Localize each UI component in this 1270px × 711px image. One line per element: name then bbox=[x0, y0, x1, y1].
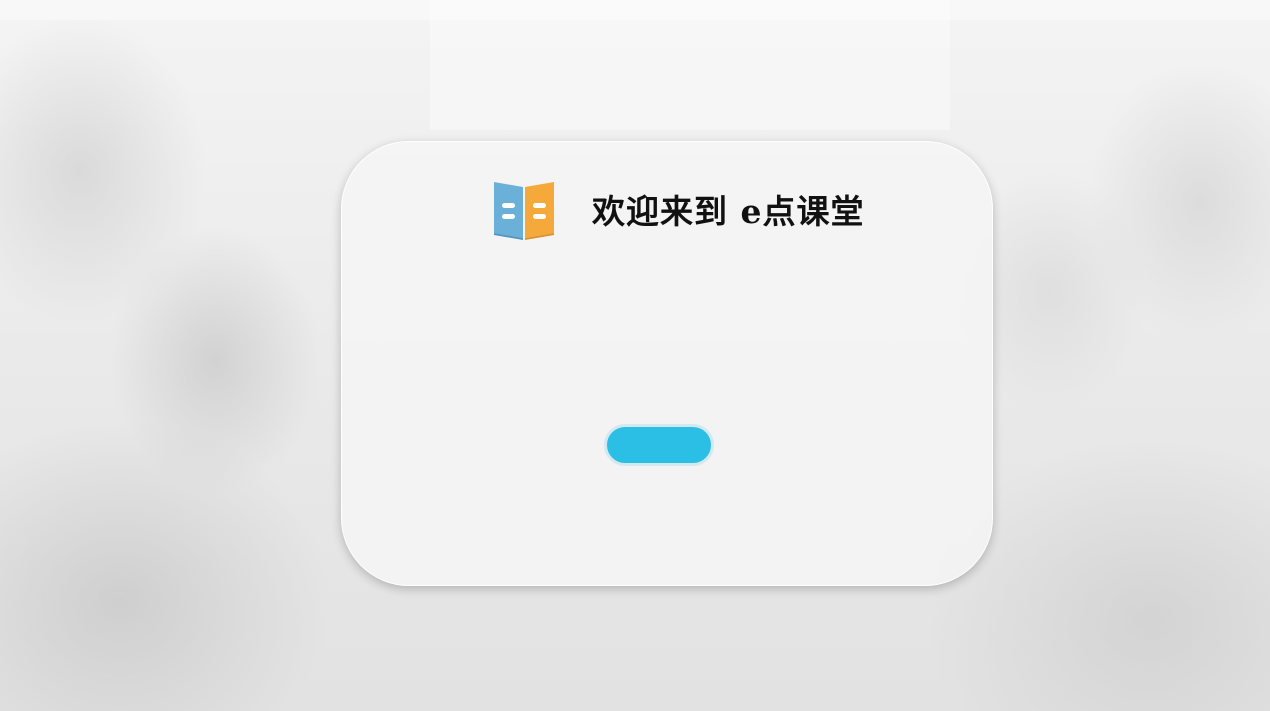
open-book-icon bbox=[494, 182, 554, 240]
enter-button[interactable] bbox=[604, 424, 714, 466]
page-title: 欢迎来到 e点课堂 bbox=[592, 192, 865, 231]
card-header: 欢迎来到 e点课堂 bbox=[492, 179, 865, 240]
background-highlight bbox=[0, 0, 1270, 20]
welcome-card: 欢迎来到 e点课堂 bbox=[341, 141, 993, 586]
